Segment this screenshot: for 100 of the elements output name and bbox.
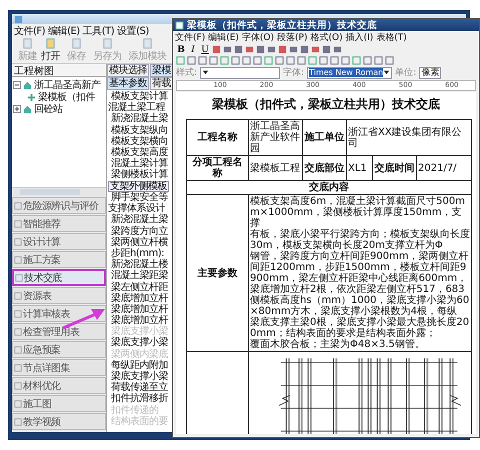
paragraph-line: 900mm，梁左侧立杆距梁中心线距离600mm，梁底增加立杆2根，依次距梁左侧立杆517，683: [250, 273, 468, 295]
param-label: 梁跨度方向立: [111, 226, 168, 237]
menu-item[interactable]: 设置(S): [117, 24, 149, 38]
document-icon: [22, 38, 33, 48]
paragraph-line: 有板，梁底小梁平行梁跨方向；模板支架纵向长度30m，模板支架横向长度20m支撑立杆为Φ: [250, 229, 470, 251]
nav-button[interactable]: 智能推荐: [12, 215, 106, 232]
param-label: 脚手架安全等: [111, 192, 168, 203]
document-icon: [45, 38, 56, 48]
param-label: 扣件抗滑移折: [111, 393, 168, 404]
param-label: 梁底支撑小梁: [111, 326, 168, 338]
param-label: 步距h(mm):: [111, 248, 164, 259]
format-button[interactable]: I: [188, 44, 198, 54]
table-cell: 浙工晶圣高新产业软件园: [248, 120, 302, 156]
horizontal-scrollbar[interactable]: [12, 187, 106, 196]
house-icon: [23, 80, 32, 90]
menu-item[interactable]: 文件(F): [14, 24, 46, 38]
unit-label: 单位:: [395, 66, 416, 79]
square-icon: [14, 256, 22, 264]
menu-item[interactable]: 文件(F): [175, 31, 206, 44]
table-cell: 梁模板工程: [248, 156, 302, 180]
square-icon: [14, 310, 22, 318]
expand-icon[interactable]: [13, 105, 21, 113]
param-label: 梁底支撑小梁: [111, 337, 168, 348]
param-label: 梁两侧内梁底: [111, 348, 168, 360]
style-dropdown[interactable]: [200, 66, 280, 78]
section-heading: 混凝土梁工程: [108, 102, 165, 114]
nav-button[interactable]: 技术交底: [12, 269, 106, 286]
nav-button[interactable]: 施工方案: [12, 251, 106, 268]
font-label: 字体:: [283, 66, 304, 79]
document-icon: [71, 38, 82, 48]
param-label: 模板支架横向: [111, 136, 168, 147]
nav-button[interactable]: 教学视频: [12, 413, 106, 430]
param-label: 梁底增加立杆: [111, 315, 168, 326]
menu-item[interactable]: 段落(P): [277, 31, 308, 44]
window-title: 梁模板（扣件式，梁板立柱共用）技术交底: [173, 19, 479, 31]
paragraph-line: 侧模板高度hs（mm）1000，梁底支撑小梁为60×80mm方木，梁底支撑小梁根数为4根，每纵: [250, 295, 470, 317]
nav-button[interactable]: 危险源辨识与评价: [12, 197, 106, 214]
param-label: 梁底增加立杆: [111, 292, 168, 304]
square-icon: [14, 238, 22, 246]
square-icon: [14, 202, 22, 210]
nav-button[interactable]: 材料优化: [12, 377, 106, 394]
document-icon: [142, 38, 153, 48]
style-label: 样式:: [176, 66, 198, 79]
param-label: 模板支架纵向: [111, 124, 168, 136]
dropdown-arrow-icon: [202, 69, 210, 76]
paragraph-line: 模板支架高度6m，混凝土梁计算截面尺寸500mm×1000mm，梁侧楼板计算厚度150mm，支撑: [250, 196, 465, 229]
table-cell: 主要参数: [186, 194, 248, 352]
menu-item[interactable]: 格式(O): [310, 31, 343, 44]
square-icon: [14, 220, 22, 228]
nav-button[interactable]: 计算审核表: [12, 305, 106, 322]
format-button[interactable]: U: [200, 44, 210, 54]
param-label: 扣件传递的: [111, 404, 158, 416]
menu-item[interactable]: 字体(O): [242, 31, 274, 44]
tree-item[interactable]: 浙工晶圣高新产: [34, 78, 100, 92]
font-dropdown[interactable]: Times New Roman: [307, 66, 392, 78]
menu-item[interactable]: 工具(T): [82, 24, 114, 38]
tab[interactable]: 荷载: [150, 77, 173, 90]
param-label: 梁侧楼板计算: [111, 169, 168, 180]
param-label: 结构表面的要: [111, 416, 168, 427]
nav-button[interactable]: 应急预案: [12, 341, 106, 358]
nav-button[interactable]: 设计计算: [12, 233, 106, 250]
param-label: 每纵距内附加: [111, 360, 168, 371]
tree-item[interactable]: 回砼站: [34, 102, 62, 116]
param-button[interactable]: 支架外侧模板: [108, 180, 169, 192]
table-cell: XL1: [346, 156, 372, 180]
paragraph-line: 钢管，梁跨度方向立杆间距900mm，梁两侧立杆间距1200mm，步距1500mm，楼板立杆间距9: [250, 251, 470, 273]
toolbar-button[interactable]: 打开: [40, 38, 61, 62]
param-label: 梁左侧立杆距: [111, 282, 168, 292]
param-label: 荷载传递至立: [111, 382, 168, 394]
section-heading: 支撑体系设计: [108, 203, 165, 214]
tree-item[interactable]: 梁模板（扣件: [38, 90, 95, 104]
panel-header: 工程树图: [12, 64, 106, 77]
table-cell: 施工单位: [302, 120, 346, 156]
tab[interactable]: 基本参数: [107, 77, 149, 90]
nav-button[interactable]: 施工图: [12, 395, 106, 412]
node-icon: [27, 92, 36, 102]
square-icon: [14, 418, 22, 426]
format-button[interactable]: B: [176, 44, 186, 54]
tab[interactable]: 梁模: [150, 64, 173, 77]
menu-item[interactable]: 表格(T): [376, 31, 407, 44]
param-label: 模板支架计算: [111, 91, 168, 102]
square-icon: [14, 400, 22, 408]
table-cell: 2021/7/: [416, 156, 472, 180]
param-label: 混凝土梁计算: [111, 158, 168, 170]
tab[interactable]: 模块选择: [107, 64, 149, 77]
nav-button[interactable]: 资源表: [12, 287, 106, 304]
param-label: 新浇混凝土梁: [111, 214, 168, 226]
table-cell: 交底部位: [302, 156, 346, 180]
app-icon: [14, 14, 23, 24]
menu-item[interactable]: 编辑(E): [208, 31, 239, 44]
param-label: 模板支架高度: [111, 146, 168, 158]
nav-button[interactable]: 节点详图集: [12, 359, 106, 376]
menu-item[interactable]: 插入(I): [346, 31, 374, 44]
unit-field[interactable]: 像素: [419, 66, 442, 78]
param-label: 梁两侧立杆横: [111, 236, 168, 248]
square-icon: [14, 292, 22, 300]
collapse-icon[interactable]: [13, 81, 21, 89]
square-icon: [14, 328, 22, 336]
menu-item[interactable]: 编辑(E): [48, 24, 80, 38]
document-icon: [102, 38, 113, 48]
